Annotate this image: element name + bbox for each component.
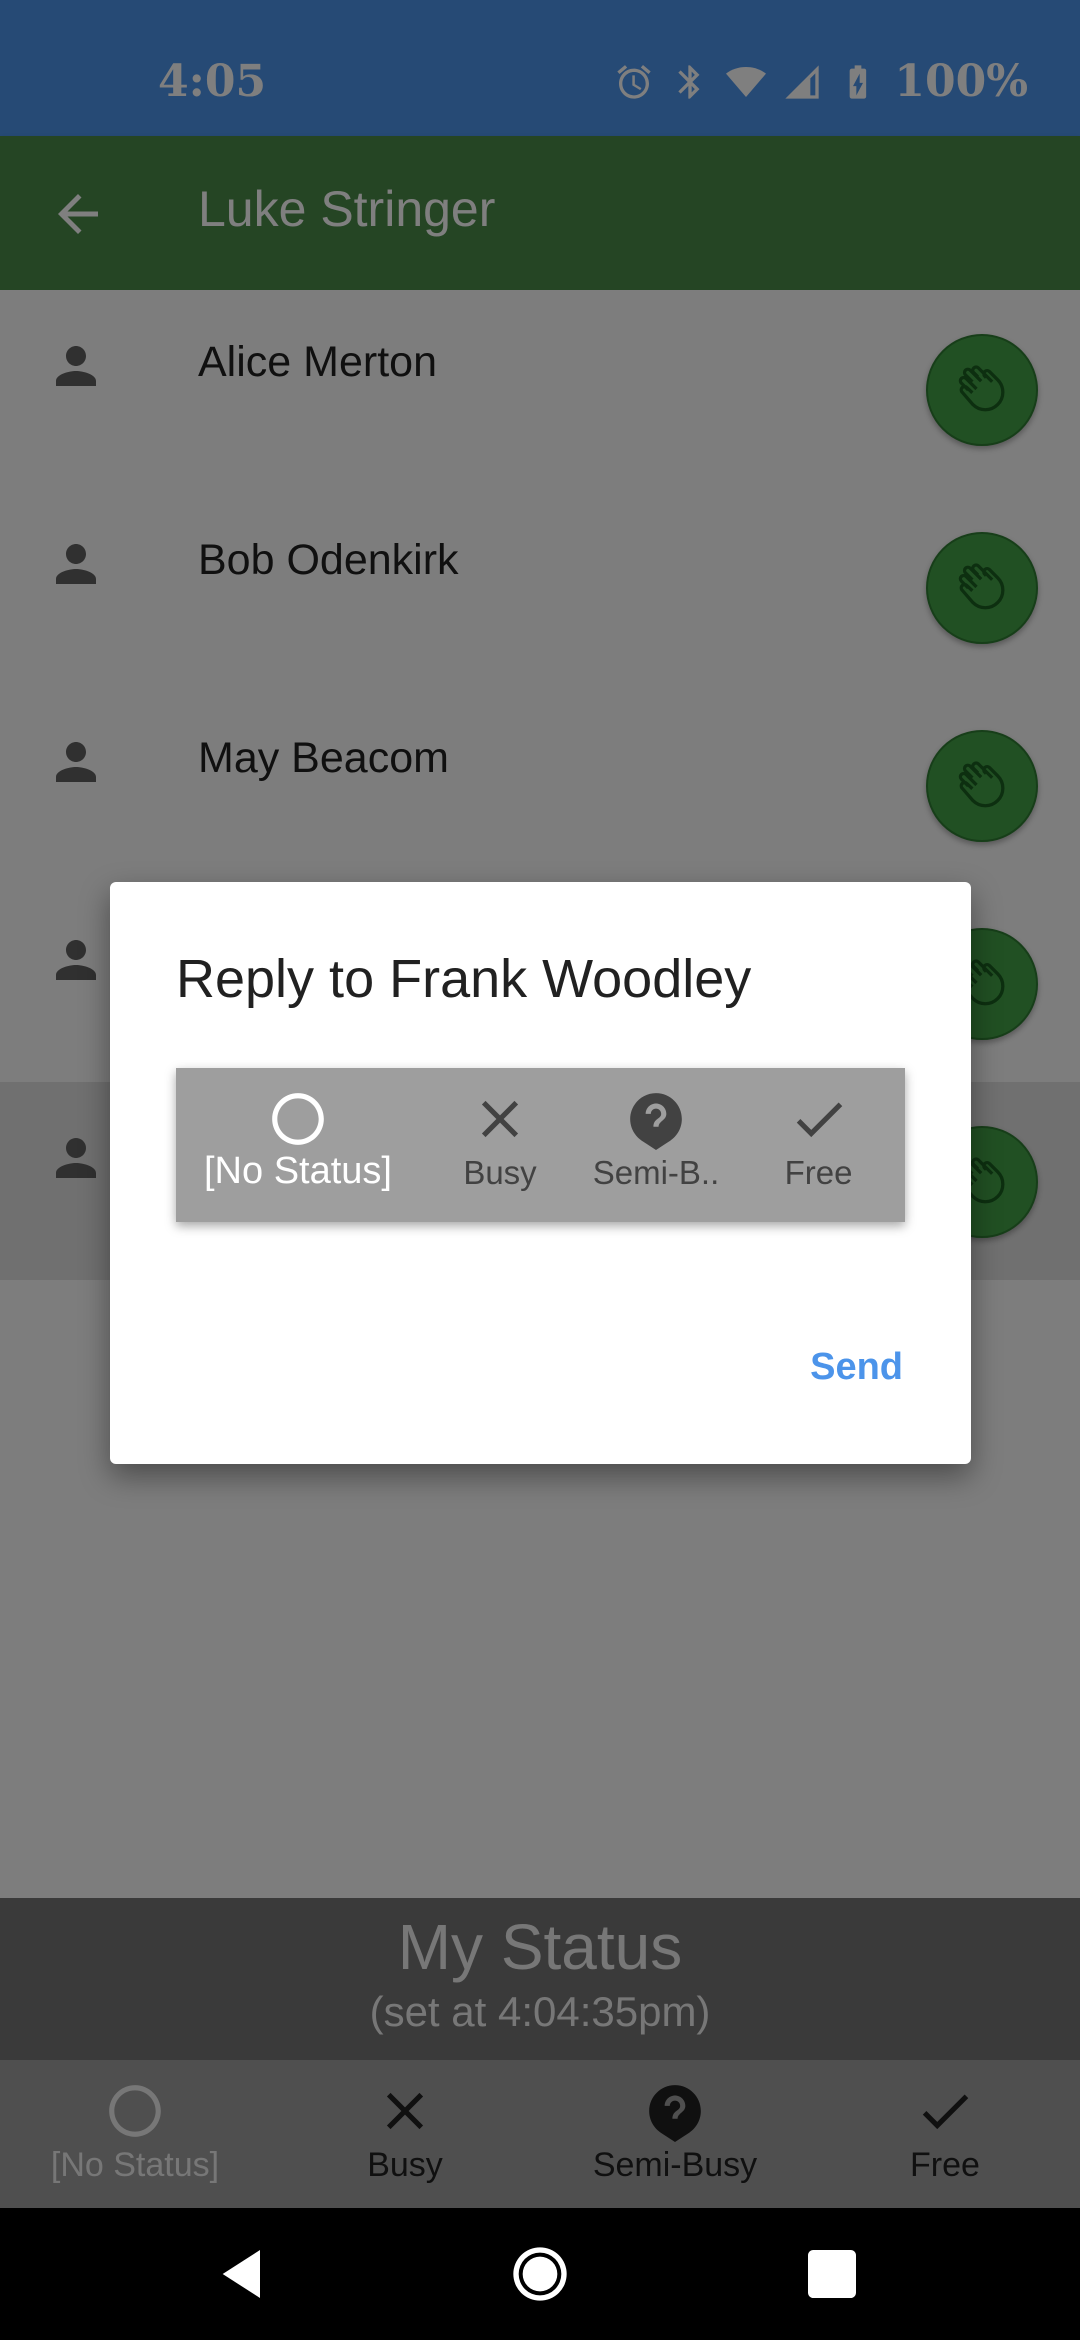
option-label: Busy [463,1154,537,1191]
option-no-status[interactable]: [No Status] [176,1068,420,1222]
option-label: Semi-B.. [592,1154,720,1191]
option-busy[interactable]: Busy [420,1068,580,1222]
square-recents-icon [808,2250,856,2298]
option-label: [No Status] [204,1150,392,1192]
check-icon [796,1102,842,1138]
close-icon [481,1100,519,1138]
status-picker: [No Status] Busy Semi-B.. Free [176,1068,905,1222]
back-nav-button[interactable] [212,2242,276,2306]
home-nav-button[interactable] [508,2242,572,2306]
option-free[interactable]: Free [732,1068,905,1222]
option-label: Free [784,1154,853,1191]
system-nav-bar [0,2208,1080,2340]
help-icon [630,1093,682,1150]
option-semi-busy[interactable]: Semi-B.. [580,1068,732,1222]
dialog-title: Reply to Frank Woodley [176,949,752,1009]
triangle-back-icon [222,2250,260,2298]
circle-outline-icon [272,1093,324,1145]
send-button[interactable]: Send [810,1346,903,1389]
home-circle-icon [513,2247,567,2301]
reply-dialog: Reply to Frank Woodley [No Status] Busy … [110,882,971,1464]
recents-nav-button[interactable] [800,2242,864,2306]
